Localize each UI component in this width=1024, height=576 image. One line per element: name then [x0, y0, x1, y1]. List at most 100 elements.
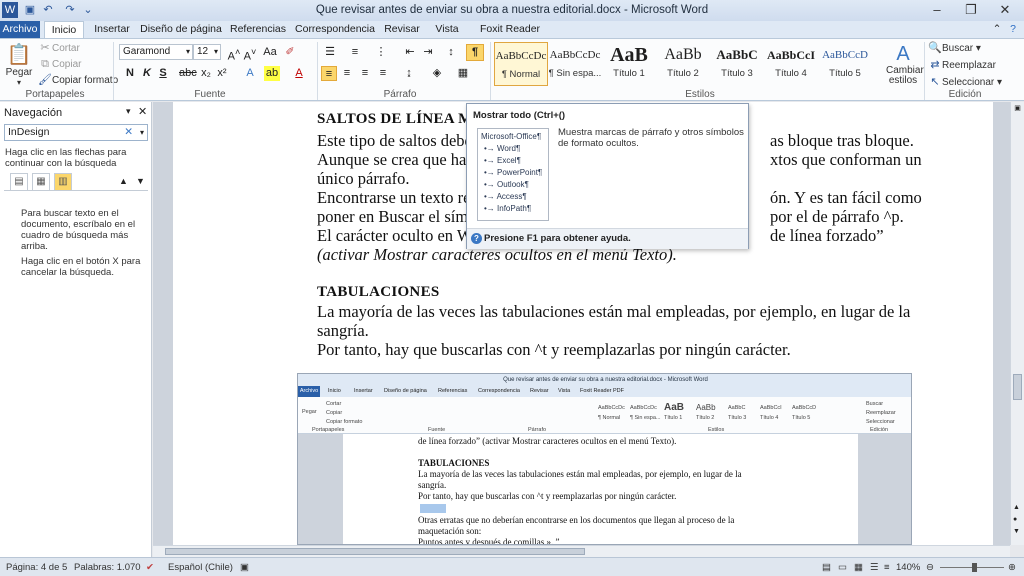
clear-format-icon[interactable]: ✐ — [282, 45, 298, 60]
multilevel-list-icon[interactable]: ⋮ — [373, 45, 389, 60]
style-label: Título 3 — [721, 68, 753, 79]
text-effects-icon[interactable]: A — [242, 66, 258, 81]
italic-button[interactable]: K — [139, 66, 155, 81]
tab-insertar[interactable]: Insertar — [90, 21, 134, 38]
zoom-slider-thumb[interactable] — [972, 563, 977, 572]
bullets-icon[interactable]: ☰ — [322, 45, 338, 60]
previous-result-icon[interactable]: ▲ — [119, 176, 128, 186]
style-sin-espaciado[interactable]: AaBbCcDc ¶ Sin espa... — [548, 42, 602, 86]
tab-foxit[interactable]: Foxit Reader PDF — [470, 21, 550, 51]
horizontal-scrollbar[interactable] — [153, 545, 1010, 557]
language[interactable]: Español (Chile) — [168, 562, 233, 573]
style-titulo-1[interactable]: AaB Título 1 — [602, 42, 656, 86]
bold-button[interactable]: N — [122, 66, 138, 81]
embedded-screenshot-image[interactable]: Que revisar antes de enviar su obra a nu… — [297, 373, 912, 545]
search-input[interactable]: InDesign ✕ ▾ — [4, 124, 148, 141]
align-left-button[interactable]: ≡ — [321, 66, 337, 81]
zoom-out-icon[interactable]: ⊖ — [926, 562, 934, 573]
find-button[interactable]: 🔍Buscar ▾ — [928, 42, 981, 55]
tab-archivo[interactable]: Archivo — [0, 21, 40, 38]
shading-icon[interactable]: ◈ — [429, 66, 445, 81]
tab-correspondencia[interactable]: Correspondencia — [294, 21, 376, 38]
increase-indent-icon[interactable]: ⇥ — [420, 45, 436, 60]
shrink-font-icon[interactable]: A˅ — [242, 45, 258, 63]
scroll-next-page-icon[interactable]: ▼ — [1013, 528, 1020, 535]
browse-object-icon[interactable]: ● — [1013, 516, 1017, 523]
align-center-button[interactable]: ≡ — [339, 66, 355, 81]
style-titulo-4[interactable]: AaBbCcI Título 4 — [764, 42, 818, 86]
borders-icon[interactable]: ▦ — [455, 66, 471, 81]
line-spacing-icon[interactable]: ↨ — [401, 66, 417, 81]
subscript-button[interactable]: x₂ — [198, 66, 214, 81]
page-count[interactable]: Página: 4 de 5 — [6, 562, 67, 573]
font-color-icon[interactable]: A — [291, 66, 307, 81]
headings-view-icon[interactable]: ▤ — [10, 173, 28, 191]
font-size-combo[interactable]: 12 ▾ — [193, 44, 221, 60]
paste-button[interactable]: 📋 Pegar ▾ — [4, 43, 34, 87]
print-layout-icon[interactable]: ▤ — [822, 562, 831, 573]
style-normal[interactable]: AaBbCcDc ¶ Normal — [494, 42, 548, 86]
align-right-button[interactable]: ≡ — [357, 66, 373, 81]
copy-button[interactable]: ⧉ Copiar — [38, 58, 81, 71]
pages-view-icon[interactable]: ▦ — [32, 173, 50, 191]
minimize-button[interactable]: – — [920, 0, 954, 20]
horizontal-scroll-thumb[interactable] — [165, 548, 585, 555]
justify-button[interactable]: ≡ — [375, 66, 391, 81]
close-icon[interactable]: ✕ — [138, 105, 147, 118]
tab-referencias[interactable]: Referencias — [228, 21, 288, 38]
font-name-combo[interactable]: Garamond ▾ — [119, 44, 193, 60]
find-label: Buscar — [942, 43, 974, 54]
paste-label: Pegar — [5, 67, 33, 78]
minimize-ribbon-icon[interactable]: ⌃ — [990, 21, 1004, 38]
format-painter-button[interactable]: 🖌Copiar formato — [38, 74, 118, 87]
maximize-button[interactable]: ❐ — [954, 0, 988, 20]
strikethrough-button[interactable]: abc — [179, 66, 197, 81]
numbering-icon[interactable]: ≡ — [347, 45, 363, 60]
pane-menu-icon[interactable]: ▾ — [126, 106, 131, 117]
proofing-icon[interactable]: ✔ — [146, 562, 154, 573]
vertical-scrollbar[interactable]: ▣ ▲ ● ▼ — [1010, 102, 1024, 545]
ruler-toggle-icon[interactable]: ▣ — [1013, 104, 1022, 114]
cut-button[interactable]: ✂ Cortar — [38, 42, 79, 55]
scroll-prev-page-icon[interactable]: ▲ — [1013, 504, 1020, 511]
results-view-icon[interactable]: ▥ — [54, 173, 72, 191]
close-button[interactable]: ✕ — [988, 0, 1022, 20]
style-titulo-2[interactable]: AaBb Título 2 — [656, 42, 710, 86]
zoom-level[interactable]: 140% — [896, 562, 920, 573]
draft-icon[interactable]: ≡ — [884, 562, 890, 573]
embedded-ribbon: Pegar Cortar Copiar Copiar formato Porta… — [298, 397, 911, 434]
underline-button[interactable]: S — [155, 66, 171, 81]
replace-button[interactable]: ⇄ Reemplazar — [928, 59, 996, 72]
show-all-button[interactable]: ¶ — [466, 44, 484, 61]
search-options-icon[interactable]: ▾ — [140, 125, 144, 140]
web-layout-icon[interactable]: ▦ — [854, 562, 863, 573]
tab-vista[interactable]: Vista — [430, 21, 464, 38]
grow-font-icon[interactable]: A˄ — [226, 45, 242, 63]
tab-inicio[interactable]: Inicio — [44, 21, 84, 38]
vertical-scroll-thumb[interactable] — [1013, 374, 1022, 400]
highlight-icon[interactable]: ab — [264, 66, 280, 81]
change-styles-button[interactable]: A Cambiar estilos — [886, 42, 924, 86]
clear-search-icon[interactable]: ✕ — [124, 125, 133, 140]
zoom-in-icon[interactable]: ⊕ — [1008, 562, 1016, 573]
sort-icon[interactable]: ↕ — [443, 45, 459, 60]
style-titulo-3[interactable]: AaBbC Título 3 — [710, 42, 764, 86]
tab-revisar[interactable]: Revisar — [382, 21, 422, 38]
full-screen-icon[interactable]: ▭ — [838, 562, 847, 573]
decrease-indent-icon[interactable]: ⇤ — [402, 45, 418, 60]
change-case-icon[interactable]: Aa — [262, 45, 278, 60]
embedded-ribbon-label: AaBbCcI — [760, 405, 782, 411]
embedded-ribbon-label: AaBb — [696, 403, 716, 412]
tab-diseno-pagina[interactable]: Diseño de página — [140, 21, 222, 38]
next-result-icon[interactable]: ▼ — [136, 176, 145, 186]
help-icon[interactable]: ? — [1006, 21, 1020, 38]
navigation-title: Navegación — [4, 107, 63, 119]
style-titulo-5[interactable]: AaBbCcD Título 5 — [818, 42, 872, 86]
select-button[interactable]: ↖ Seleccionar ▾ — [928, 76, 1002, 89]
superscript-button[interactable]: x² — [214, 66, 230, 81]
word-count[interactable]: Palabras: 1.070 — [74, 562, 141, 573]
embedded-ribbon-label: AaBbC — [728, 405, 746, 411]
outline-icon[interactable]: ☰ — [870, 562, 879, 573]
macro-record-icon[interactable]: ▣ — [240, 562, 249, 573]
group-separator — [924, 42, 925, 100]
